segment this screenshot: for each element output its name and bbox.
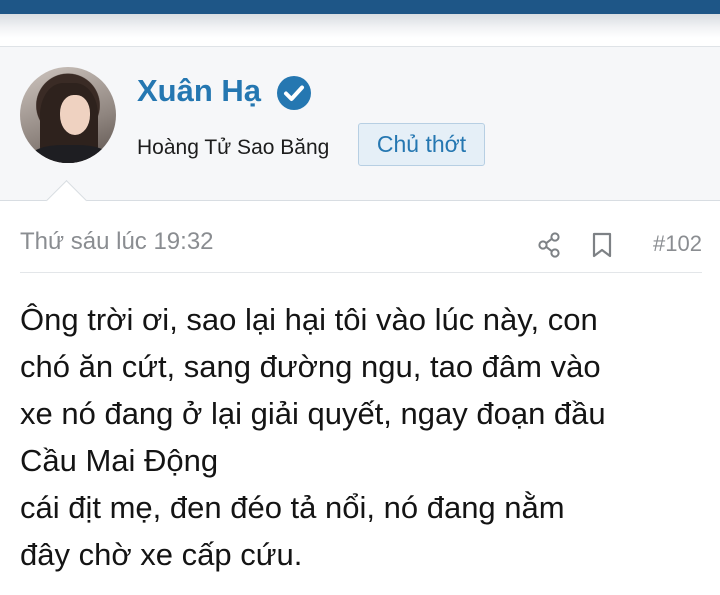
post-date[interactable]: Thứ sáu lúc 19:32 <box>20 228 214 256</box>
author-title: Hoàng Tử Sao Băng <box>137 136 330 159</box>
avatar-face <box>60 95 90 135</box>
post-author-panel: Xuân Hạ Hoàng Tử Sao Băng Chủ thớt <box>0 47 720 201</box>
post-content: Ông trời ơi, sao lại hại tôi vào lúc này… <box>20 296 710 578</box>
avatar-shirt <box>30 145 110 163</box>
bookmark-icon[interactable] <box>591 232 613 258</box>
header-shadow <box>0 14 720 38</box>
post-text-line: chó ăn cứt, sang đường ngu, tao đâm vào <box>20 349 601 384</box>
post-text-line: xe nó đang ở lại giải quyết, ngay đoạn đ… <box>20 396 606 431</box>
app-header-bar <box>0 0 720 14</box>
post-text-line: đây chờ xe cấp cứu. <box>20 537 303 572</box>
author-name[interactable]: Xuân Hạ <box>137 73 261 109</box>
post-text-line: Ông trời ơi, sao lại hại tôi vào lúc này… <box>20 302 598 337</box>
post-text-line: Cầu Mai Động <box>20 443 219 478</box>
share-icon[interactable] <box>537 231 561 259</box>
thread-owner-badge: Chủ thớt <box>358 123 485 166</box>
avatar[interactable] <box>20 67 116 163</box>
post-number-link[interactable]: #102 <box>653 231 702 257</box>
post-text-line: cái địt mẹ, đen đéo tả nổi, nó đang nằm <box>20 490 565 525</box>
verified-badge-icon <box>277 76 311 110</box>
post-header: Thứ sáu lúc 19:32 #102 <box>20 220 702 273</box>
